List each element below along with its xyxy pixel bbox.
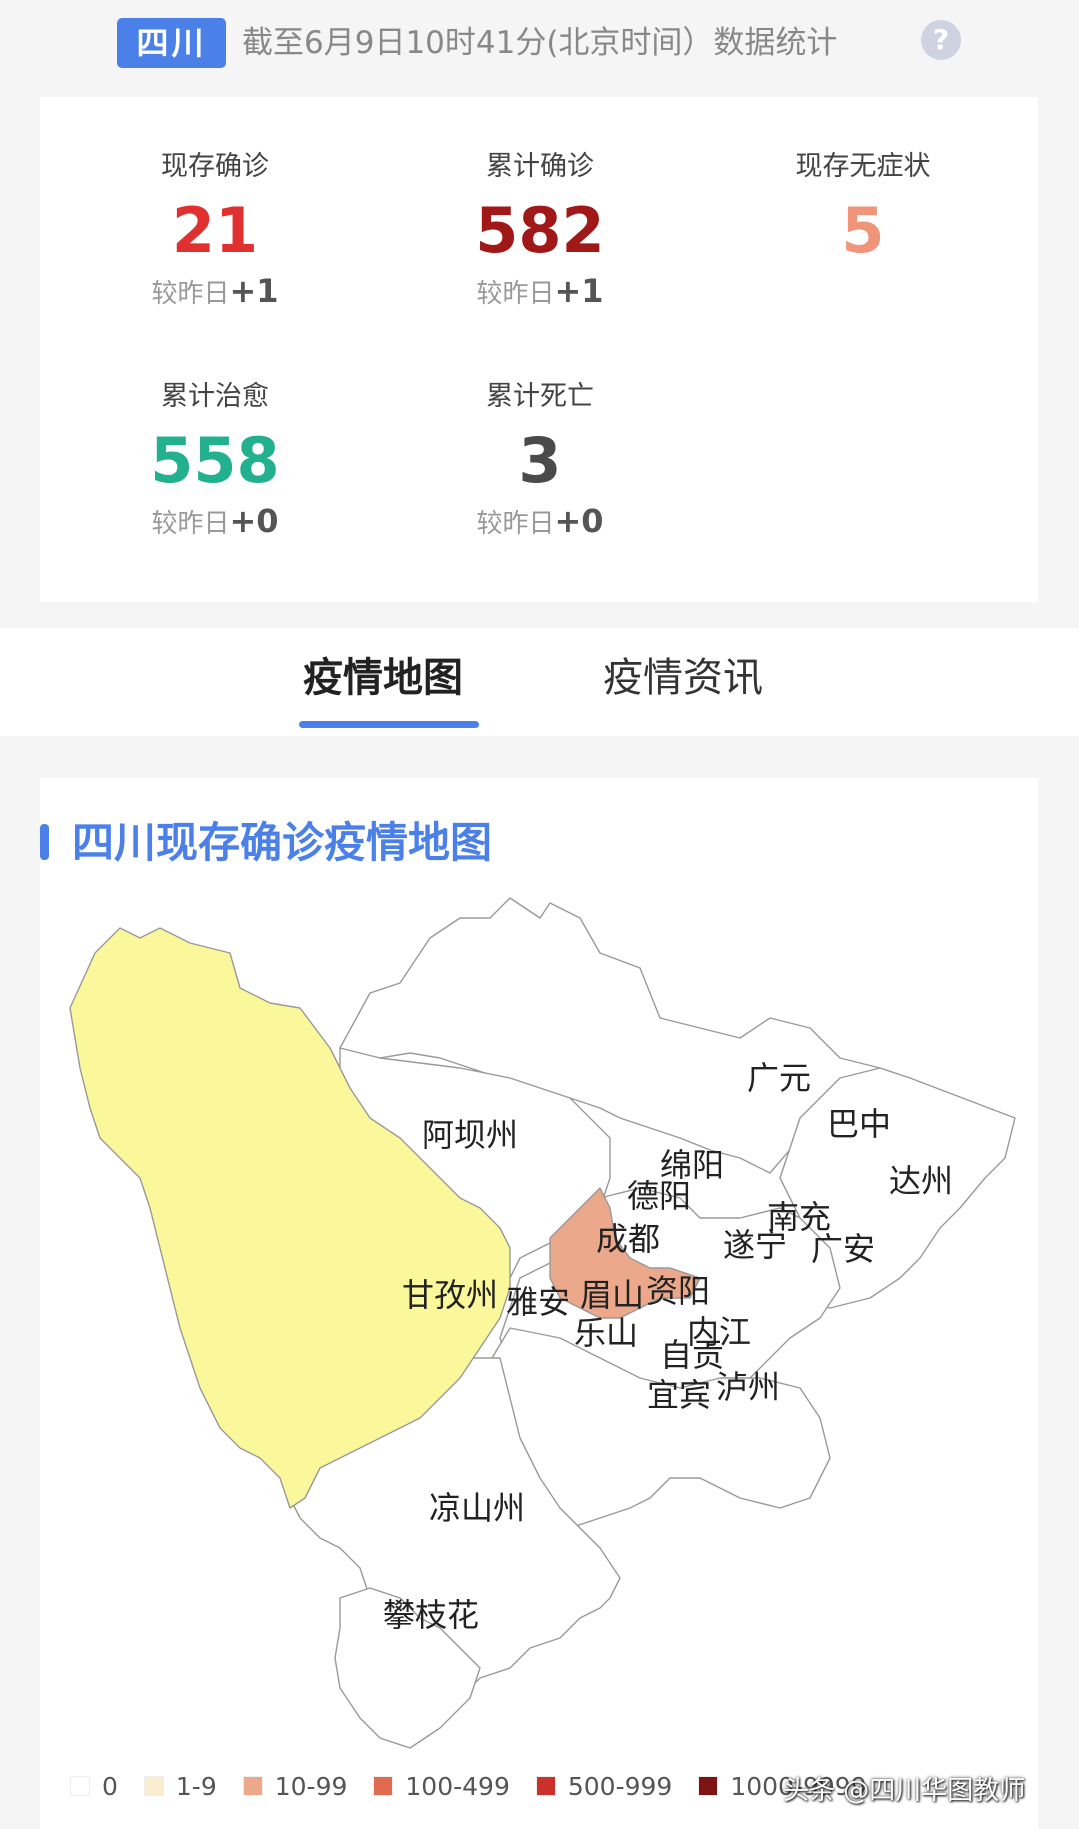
- sichuan-map[interactable]: 阿坝州 甘孜州 成都 广元 巴中 达州 绵阳 德阳 南充 遂宁 广安 雅安 眉山…: [40, 778, 1038, 1829]
- stat-label: 累计治愈: [161, 381, 269, 412]
- stat-label: 现存无症状: [795, 151, 931, 182]
- legend-swatch: [698, 1776, 719, 1796]
- map-label: 阿坝州: [422, 1116, 518, 1154]
- stat-delta: 较昨日+1: [151, 272, 279, 310]
- stat-current-confirmed: 现存确诊 21 较昨日+1: [65, 147, 365, 311]
- stat-label: 累计死亡: [486, 381, 594, 412]
- stat-total-cured: 累计治愈 558 较昨日+0: [65, 377, 365, 541]
- stat-total-confirmed: 累计确诊 582 较昨日+1: [390, 147, 690, 311]
- stat-delta: 较昨日+0: [476, 502, 604, 540]
- legend-item[interactable]: 0: [70, 1772, 118, 1801]
- map-label: 雅安: [506, 1283, 570, 1321]
- legend-swatch: [242, 1776, 263, 1796]
- map-label: 广安: [811, 1230, 875, 1268]
- header: 四川 截至6月9日10时41分(北京时间）数据统计 ?: [0, 0, 1079, 95]
- region-badge[interactable]: 四川: [117, 18, 226, 68]
- legend-item[interactable]: 500-999: [535, 1771, 673, 1801]
- stat-value: 3: [518, 424, 562, 497]
- legend-swatch: [373, 1776, 394, 1796]
- stats-card: 现存确诊 21 较昨日+1 累计确诊 582 较昨日+1 现存无症状 5 累计治…: [40, 97, 1038, 602]
- map-label: 攀枝花: [383, 1596, 479, 1634]
- tab-bar: 疫情地图 疫情资讯: [0, 628, 1079, 736]
- legend-swatch: [535, 1776, 556, 1796]
- active-tab-indicator: [299, 721, 479, 728]
- stat-label: 累计确诊: [486, 151, 594, 182]
- stat-delta: 较昨日+0: [151, 502, 279, 540]
- legend-label: 500-999: [567, 1771, 673, 1801]
- map-label: 宜宾: [647, 1376, 711, 1414]
- map-label: 自贡: [660, 1336, 724, 1374]
- legend-label: 0: [102, 1771, 118, 1801]
- legend-swatch: [143, 1776, 164, 1796]
- map-label: 资阳: [646, 1272, 710, 1310]
- map-label: 成都: [596, 1220, 660, 1258]
- tab-epidemic-map[interactable]: 疫情地图: [303, 650, 463, 706]
- stat-value: 582: [475, 194, 605, 267]
- map-label: 广元: [747, 1059, 811, 1097]
- stat-asymptomatic: 现存无症状 5: [713, 147, 1013, 271]
- map-label: 泸州: [716, 1368, 780, 1406]
- question-icon[interactable]: ?: [921, 20, 961, 60]
- stat-value: 5: [841, 194, 885, 267]
- map-label: 眉山: [580, 1276, 644, 1314]
- legend-swatch: [70, 1776, 90, 1796]
- update-timestamp: 截至6月9日10时41分(北京时间）数据统计: [242, 25, 838, 61]
- map-label: 德阳: [627, 1177, 691, 1215]
- stat-total-deaths: 累计死亡 3 较昨日+0: [390, 377, 690, 541]
- map-card: 四川现存确诊疫情地图 阿坝州 甘孜州 成都 广元 巴中 达州 绵阳 德阳 南充 …: [40, 778, 1038, 1829]
- legend-item[interactable]: 1-9: [143, 1771, 217, 1801]
- map-label: 巴中: [827, 1105, 891, 1143]
- legend-label: 10-99: [274, 1771, 348, 1801]
- stat-value: 558: [150, 424, 280, 497]
- legend-item[interactable]: 10-99: [242, 1771, 348, 1801]
- legend-label: 1-9: [175, 1771, 217, 1801]
- map-label: 凉山州: [429, 1489, 525, 1527]
- stat-label: 现存确诊: [161, 151, 269, 182]
- map-label: 遂宁: [723, 1226, 787, 1264]
- map-label: 达州: [889, 1162, 953, 1200]
- tab-epidemic-news[interactable]: 疫情资讯: [603, 650, 763, 706]
- map-label: 甘孜州: [402, 1276, 498, 1314]
- stat-delta: 较昨日+1: [476, 272, 604, 310]
- stat-value: 21: [171, 194, 259, 267]
- legend-label: 100-499: [405, 1771, 510, 1801]
- watermark: 头条 @四川华图教师: [783, 1776, 1026, 1806]
- legend-item[interactable]: 100-499: [373, 1771, 510, 1801]
- map-label: 乐山: [574, 1314, 638, 1352]
